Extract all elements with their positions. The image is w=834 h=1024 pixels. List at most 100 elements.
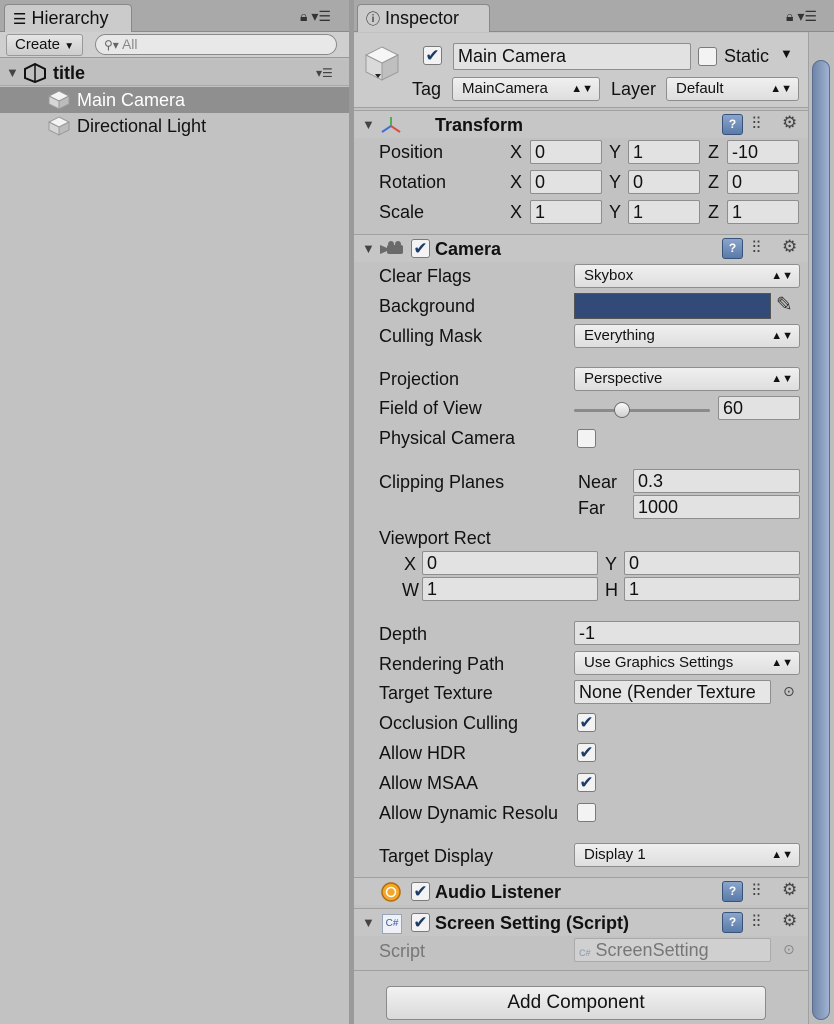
scale-y-field[interactable]: 1: [628, 200, 700, 224]
tag-value: MainCamera: [462, 80, 548, 97]
lock-icon[interactable]: 🔒︎: [786, 8, 793, 24]
far-value: 1000: [638, 497, 679, 517]
add-component-button[interactable]: Add Component: [386, 986, 766, 1020]
object-name-field[interactable]: Main Camera: [453, 43, 691, 70]
check-icon: ✔: [413, 882, 428, 901]
audio-listener-header[interactable]: ✔ Audio Listener ? ⫶⫶ ⚙︎: [354, 877, 808, 905]
help-book-icon[interactable]: ?: [722, 912, 743, 933]
culling-mask-dropdown[interactable]: Everything ▲▼: [574, 324, 800, 348]
gear-icon[interactable]: ⚙︎: [782, 113, 797, 133]
help-book-icon[interactable]: ?: [722, 238, 743, 259]
screen-setting-header[interactable]: ▼ C# ✔ Screen Setting (Script) ? ⫶⫶ ⚙︎: [354, 908, 808, 936]
screen-setting-enabled-checkbox[interactable]: ✔: [411, 913, 430, 932]
updown-arrow-icon: ▲▼: [771, 330, 793, 342]
search-placeholder: All: [121, 36, 138, 52]
list-item[interactable]: Directional Light: [0, 113, 349, 139]
rotation-y-field[interactable]: 0: [628, 170, 700, 194]
list-icon: ☰: [13, 11, 27, 28]
target-display-dropdown[interactable]: Display 1 ▲▼: [574, 843, 800, 867]
viewport-x-field[interactable]: 0: [422, 551, 598, 575]
fov-slider-handle[interactable]: [613, 402, 630, 418]
tab-hierarchy[interactable]: ☰ Hierarchy: [4, 4, 132, 32]
scale-y-value: 1: [633, 202, 644, 222]
far-field[interactable]: 1000: [633, 495, 800, 519]
audio-listener-icon: [381, 882, 401, 902]
layer-value: Default: [676, 80, 724, 97]
camera-enabled-checkbox[interactable]: ✔: [411, 239, 430, 258]
position-x-field[interactable]: 0: [530, 140, 602, 164]
projection-label: Projection: [379, 369, 460, 389]
viewport-h-value: 1: [629, 579, 640, 599]
near-field[interactable]: 0.3: [633, 469, 800, 493]
background-color-swatch[interactable]: [574, 293, 771, 319]
allow-dynamic-resolution-checkbox[interactable]: [577, 803, 596, 822]
tag-dropdown[interactable]: MainCamera ▲▼: [452, 77, 600, 101]
expand-triangle-icon[interactable]: ▼: [6, 60, 19, 86]
allow-msaa-checkbox[interactable]: ✔: [577, 773, 596, 792]
hierarchy-tab-icons: 🔒︎ ▾☰: [300, 8, 331, 25]
scene-menu-icon[interactable]: ▾☰: [316, 60, 333, 86]
tab-inspector[interactable]: ⓘ Inspector: [357, 4, 490, 32]
viewport-h-field[interactable]: 1: [624, 577, 800, 601]
help-book-icon[interactable]: ?: [722, 114, 743, 135]
position-y-field[interactable]: 1: [628, 140, 700, 164]
eyedropper-icon[interactable]: ✎: [776, 292, 793, 317]
camera-header[interactable]: ▼ ✔ Camera ? ⫶⫶ ⚙︎: [354, 234, 808, 262]
preset-sliders-icon[interactable]: ⫶⫶: [752, 114, 761, 134]
preset-sliders-icon[interactable]: ⫶⫶: [752, 912, 761, 932]
fold-triangle-icon[interactable]: ▼: [362, 117, 375, 132]
hierarchy-search-input[interactable]: ⚲▾ All: [95, 34, 337, 55]
allow-hdr-checkbox[interactable]: ✔: [577, 743, 596, 762]
updown-arrow-icon: ▲▼: [771, 270, 793, 282]
gear-icon[interactable]: ⚙︎: [782, 911, 797, 931]
gear-icon[interactable]: ⚙︎: [782, 237, 797, 257]
allow-hdr-label: Allow HDR: [379, 743, 467, 763]
panel-menu-icon[interactable]: ▾☰: [797, 8, 817, 24]
transform-header[interactable]: ▼ Transform ? ⫶⫶ ⚙︎: [354, 110, 808, 138]
physical-camera-checkbox[interactable]: [577, 429, 596, 448]
static-dropdown-icon[interactable]: ▼: [780, 46, 793, 61]
allow-dynamic-resolution-label: Allow Dynamic Resolu: [379, 803, 559, 823]
scale-x-field[interactable]: 1: [530, 200, 602, 224]
updown-arrow-icon: ▲▼: [771, 373, 793, 385]
fold-triangle-icon[interactable]: ▼: [362, 915, 375, 930]
position-z-field[interactable]: -10: [727, 140, 799, 164]
tab-inspector-label: Inspector: [385, 8, 460, 28]
viewport-w-field[interactable]: 1: [422, 577, 598, 601]
object-picker-icon[interactable]: ⊙: [783, 683, 795, 700]
depth-field[interactable]: -1: [574, 621, 800, 645]
viewport-w-value: 1: [427, 579, 438, 599]
static-checkbox[interactable]: [698, 47, 717, 66]
lock-icon[interactable]: 🔒︎: [300, 8, 307, 24]
position-x-value: 0: [535, 142, 546, 162]
projection-dropdown[interactable]: Perspective ▲▼: [574, 367, 800, 391]
list-item[interactable]: Main Camera: [0, 87, 349, 113]
rendering-path-dropdown[interactable]: Use Graphics Settings ▲▼: [574, 651, 800, 675]
preset-sliders-icon[interactable]: ⫶⫶: [752, 238, 761, 258]
create-button[interactable]: Create ▼: [6, 34, 84, 56]
scale-z-field[interactable]: 1: [727, 200, 799, 224]
preset-sliders-icon[interactable]: ⫶⫶: [752, 881, 761, 901]
clipping-planes-label: Clipping Planes: [379, 472, 505, 492]
target-display-label: Target Display: [379, 846, 494, 866]
gear-icon[interactable]: ⚙︎: [782, 880, 797, 900]
tag-label: Tag: [412, 79, 442, 99]
list-item-label: Directional Light: [77, 116, 207, 136]
panel-menu-icon[interactable]: ▾☰: [311, 8, 331, 24]
clear-flags-dropdown[interactable]: Skybox ▲▼: [574, 264, 800, 288]
occlusion-culling-checkbox[interactable]: ✔: [577, 713, 596, 732]
help-book-icon[interactable]: ?: [722, 881, 743, 902]
audio-listener-enabled-checkbox[interactable]: ✔: [411, 882, 430, 901]
layer-dropdown[interactable]: Default ▲▼: [666, 77, 799, 101]
fov-slider-track[interactable]: [574, 409, 710, 412]
rotation-z-field[interactable]: 0: [727, 170, 799, 194]
inspector-scrollbar-thumb[interactable]: [812, 60, 830, 1020]
target-texture-field[interactable]: None (Render Texture: [574, 680, 771, 704]
object-active-checkbox[interactable]: ✔: [423, 46, 442, 65]
rotation-x-field[interactable]: 0: [530, 170, 602, 194]
panel-divider[interactable]: [349, 0, 354, 1024]
viewport-y-field[interactable]: 0: [624, 551, 800, 575]
fold-triangle-icon[interactable]: ▼: [362, 241, 375, 256]
fov-field[interactable]: 60: [718, 396, 800, 420]
scene-row[interactable]: ▼ title ▾☰: [0, 60, 349, 86]
